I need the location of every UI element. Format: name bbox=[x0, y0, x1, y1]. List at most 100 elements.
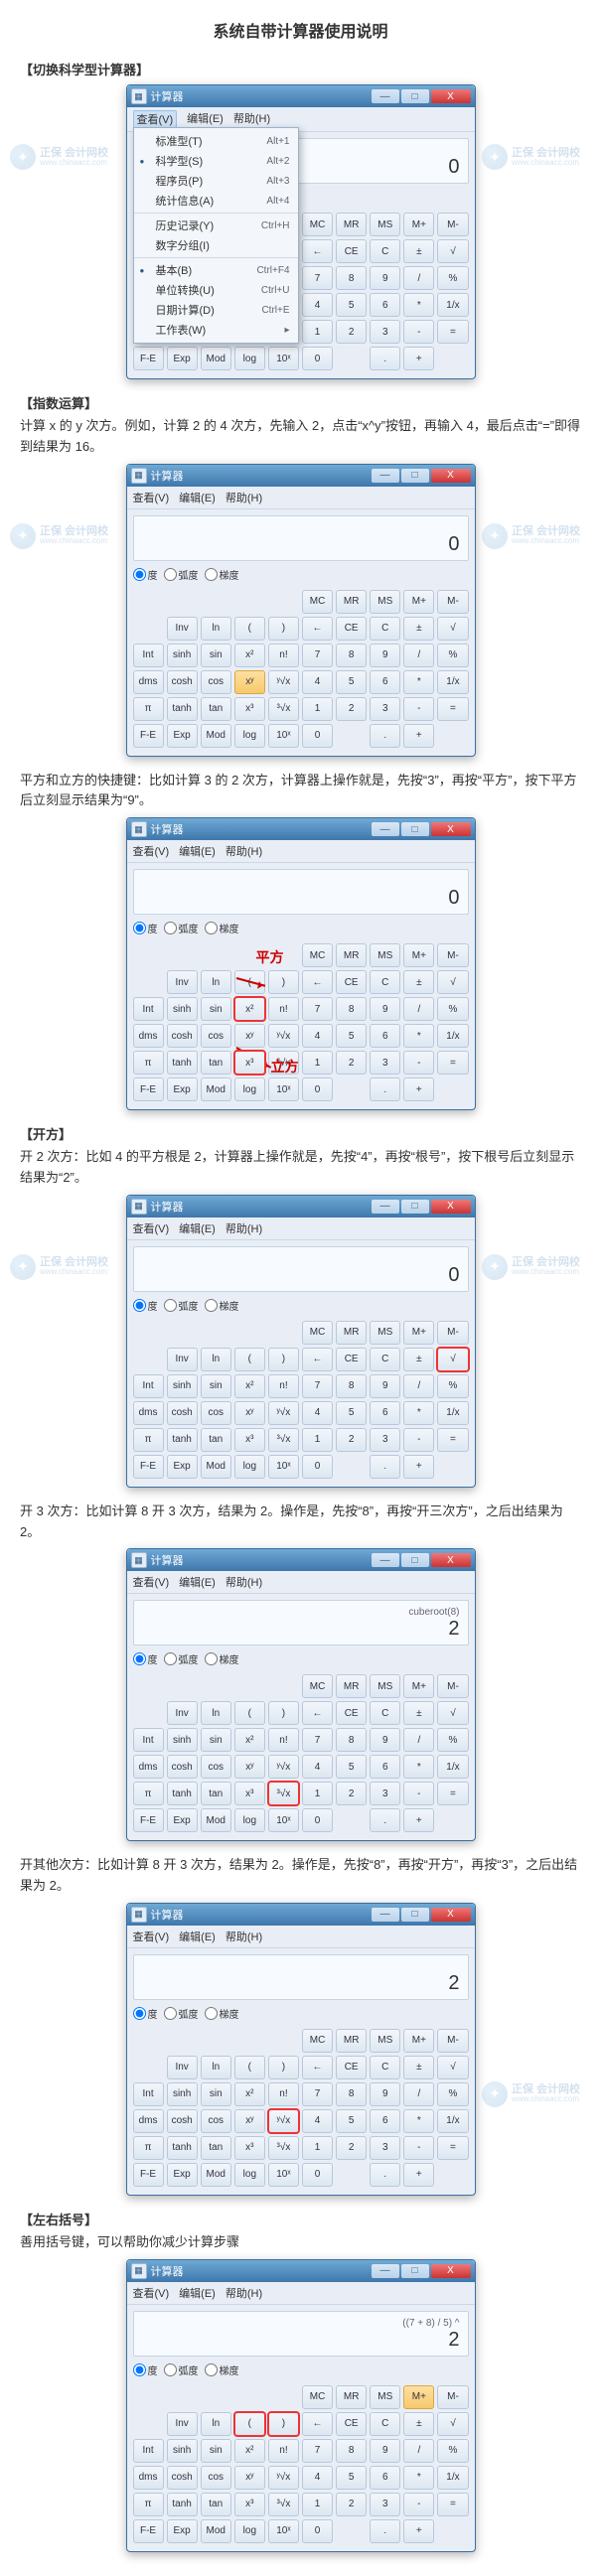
key-Inv[interactable]: Inv bbox=[167, 970, 198, 994]
key--[interactable]: - bbox=[403, 320, 434, 344]
menu-view[interactable]: 查看(V) bbox=[133, 490, 170, 505]
key-xʸ[interactable]: xʸ bbox=[234, 1401, 265, 1425]
key-([interactable]: ( bbox=[234, 617, 265, 641]
key-*[interactable]: * bbox=[403, 2109, 434, 2133]
key-π[interactable]: π bbox=[133, 1051, 164, 1074]
key-tan[interactable]: tan bbox=[201, 697, 231, 721]
key-=[interactable]: = bbox=[437, 697, 468, 721]
key-x²[interactable]: x² bbox=[234, 997, 265, 1021]
key-sinh[interactable]: sinh bbox=[167, 2439, 198, 2463]
key-.[interactable]: . bbox=[370, 2163, 400, 2187]
key-sinh[interactable]: sinh bbox=[167, 997, 198, 1021]
key-3[interactable]: 3 bbox=[370, 697, 400, 721]
key-3[interactable]: 3 bbox=[370, 1051, 400, 1074]
key-±[interactable]: ± bbox=[403, 970, 434, 994]
key-10ˣ[interactable]: 10ˣ bbox=[268, 2519, 299, 2543]
key-1[interactable]: 1 bbox=[302, 1782, 333, 1805]
key-±[interactable]: ± bbox=[403, 1701, 434, 1725]
menu-view[interactable]: 查看(V) bbox=[133, 110, 178, 128]
key-C[interactable]: C bbox=[370, 2412, 400, 2436]
key-tanh[interactable]: tanh bbox=[167, 1782, 198, 1805]
key-0[interactable]: 0 bbox=[302, 1455, 333, 1479]
key-F-E[interactable]: F-E bbox=[133, 2519, 164, 2543]
key-Mod[interactable]: Mod bbox=[201, 2519, 231, 2543]
key-MS[interactable]: MS bbox=[370, 1674, 400, 1698]
key-4[interactable]: 4 bbox=[302, 1024, 333, 1048]
key-8[interactable]: 8 bbox=[336, 1728, 367, 1752]
key-sinh[interactable]: sinh bbox=[167, 1728, 198, 1752]
key-+[interactable]: + bbox=[403, 2163, 434, 2187]
key-xʸ[interactable]: xʸ bbox=[234, 2466, 265, 2490]
key-ʸ√x[interactable]: ʸ√x bbox=[268, 1024, 299, 1048]
key-ln[interactable]: ln bbox=[201, 617, 231, 641]
key-%[interactable]: % bbox=[437, 2439, 468, 2463]
key-([interactable]: ( bbox=[234, 1348, 265, 1371]
key-cosh[interactable]: cosh bbox=[167, 1755, 198, 1779]
key-F-E[interactable]: F-E bbox=[133, 1808, 164, 1832]
key-=[interactable]: = bbox=[437, 1782, 468, 1805]
key-1[interactable]: 1 bbox=[302, 1428, 333, 1452]
key-±[interactable]: ± bbox=[403, 1348, 434, 1371]
key-Exp[interactable]: Exp bbox=[167, 1808, 198, 1832]
key-M-[interactable]: M- bbox=[437, 213, 468, 236]
key-8[interactable]: 8 bbox=[336, 266, 367, 290]
menu-help[interactable]: 帮助(H) bbox=[225, 490, 262, 505]
key-9[interactable]: 9 bbox=[370, 2082, 400, 2106]
key-π[interactable]: π bbox=[133, 1782, 164, 1805]
key-√[interactable]: √ bbox=[437, 239, 468, 263]
key-³√x[interactable]: ³√x bbox=[268, 697, 299, 721]
key-³√x[interactable]: ³√x bbox=[268, 1782, 299, 1805]
key-±[interactable]: ± bbox=[403, 239, 434, 263]
key-+[interactable]: + bbox=[403, 724, 434, 748]
key-Exp[interactable]: Exp bbox=[167, 347, 198, 370]
key-√[interactable]: √ bbox=[437, 1348, 468, 1371]
key-³√x[interactable]: ³√x bbox=[268, 2136, 299, 2160]
key-+[interactable]: + bbox=[403, 1455, 434, 1479]
minimize-button[interactable]: — bbox=[372, 89, 399, 103]
key-0[interactable]: 0 bbox=[302, 347, 333, 370]
key-MC[interactable]: MC bbox=[302, 1321, 333, 1345]
key-4[interactable]: 4 bbox=[302, 2109, 333, 2133]
key-CE[interactable]: CE bbox=[336, 2412, 367, 2436]
menu-edit[interactable]: 编辑(E) bbox=[187, 110, 224, 128]
key-Exp[interactable]: Exp bbox=[167, 724, 198, 748]
key-log[interactable]: log bbox=[234, 2519, 265, 2543]
key-←[interactable]: ← bbox=[302, 970, 333, 994]
key-π[interactable]: π bbox=[133, 2493, 164, 2516]
key-1/x[interactable]: 1/x bbox=[437, 1755, 468, 1779]
key-=[interactable]: = bbox=[437, 1051, 468, 1074]
key-9[interactable]: 9 bbox=[370, 1728, 400, 1752]
key-.[interactable]: . bbox=[370, 1455, 400, 1479]
key-sinh[interactable]: sinh bbox=[167, 2082, 198, 2106]
key-Mod[interactable]: Mod bbox=[201, 1808, 231, 1832]
key-tan[interactable]: tan bbox=[201, 2136, 231, 2160]
key-sinh[interactable]: sinh bbox=[167, 1374, 198, 1398]
key-Mod[interactable]: Mod bbox=[201, 724, 231, 748]
key-dms[interactable]: dms bbox=[133, 1755, 164, 1779]
menu-item-statistics[interactable]: 统计信息(A)Alt+4 bbox=[134, 191, 298, 211]
key-=[interactable]: = bbox=[437, 1428, 468, 1452]
key-x²[interactable]: x² bbox=[234, 1728, 265, 1752]
key-)[interactable]: ) bbox=[268, 617, 299, 641]
key-([interactable]: ( bbox=[234, 2056, 265, 2079]
key-x²[interactable]: x² bbox=[234, 1374, 265, 1398]
key-tan[interactable]: tan bbox=[201, 2493, 231, 2516]
key-Mod[interactable]: Mod bbox=[201, 1455, 231, 1479]
key-MC[interactable]: MC bbox=[302, 1674, 333, 1698]
key-MS[interactable]: MS bbox=[370, 213, 400, 236]
key-MC[interactable]: MC bbox=[302, 943, 333, 967]
key-ʸ√x[interactable]: ʸ√x bbox=[268, 1755, 299, 1779]
key-*[interactable]: * bbox=[403, 1024, 434, 1048]
key-4[interactable]: 4 bbox=[302, 1401, 333, 1425]
key-1/x[interactable]: 1/x bbox=[437, 293, 468, 317]
key-M+[interactable]: M+ bbox=[403, 2385, 434, 2409]
key-0[interactable]: 0 bbox=[302, 1077, 333, 1101]
key-/[interactable]: / bbox=[403, 1374, 434, 1398]
key-ln[interactable]: ln bbox=[201, 1701, 231, 1725]
key-F-E[interactable]: F-E bbox=[133, 347, 164, 370]
key-9[interactable]: 9 bbox=[370, 997, 400, 1021]
key-ʸ√x[interactable]: ʸ√x bbox=[268, 670, 299, 694]
key-M+[interactable]: M+ bbox=[403, 1674, 434, 1698]
key-cosh[interactable]: cosh bbox=[167, 2466, 198, 2490]
key-MR[interactable]: MR bbox=[336, 213, 367, 236]
